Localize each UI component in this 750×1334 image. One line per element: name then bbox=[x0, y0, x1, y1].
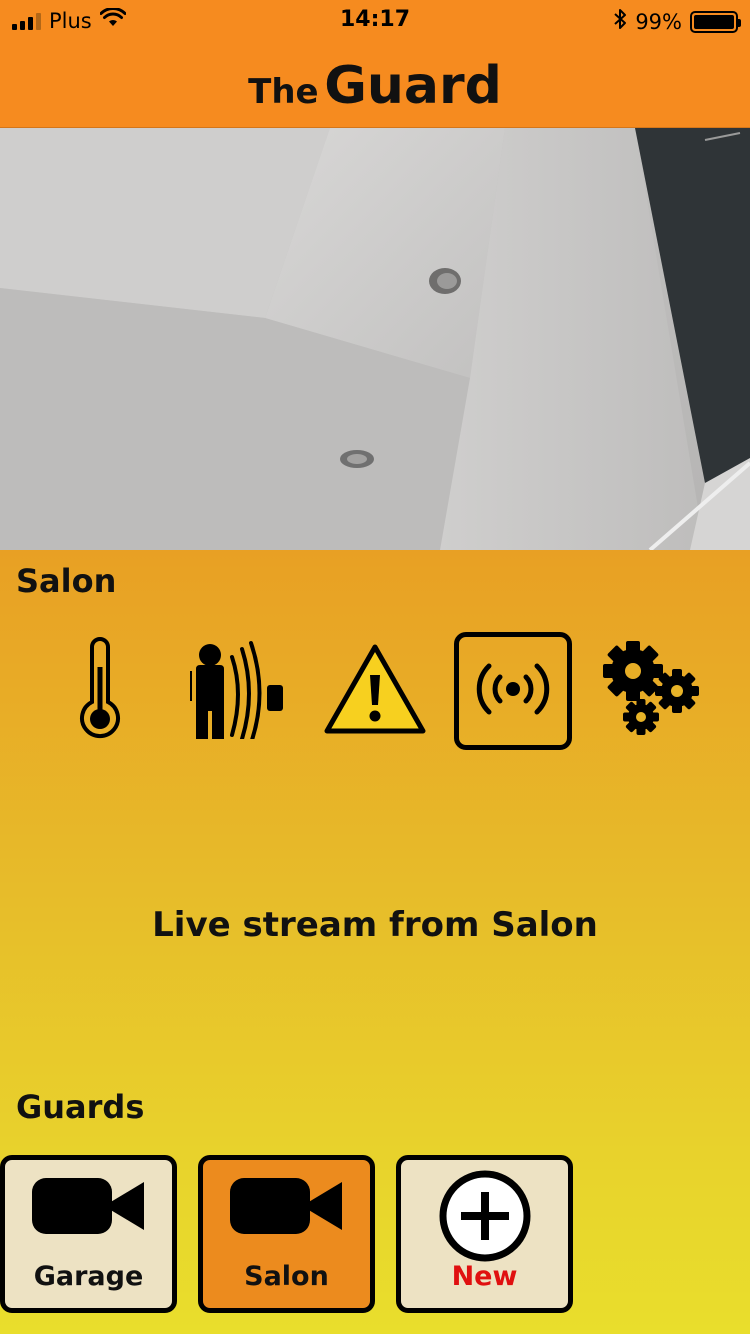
motion-sensor-button[interactable] bbox=[178, 632, 296, 750]
thermometer-icon bbox=[75, 637, 125, 745]
app-title-prefix: The bbox=[248, 72, 319, 112]
add-circle-icon bbox=[401, 1168, 568, 1264]
status-bar: Plus 14:17 99% bbox=[0, 0, 750, 40]
alarm-warning-button[interactable] bbox=[316, 632, 434, 750]
warning-icon bbox=[323, 641, 427, 741]
add-guard-label: New bbox=[451, 1261, 518, 1292]
video-camera-icon bbox=[203, 1178, 370, 1238]
temperature-button[interactable] bbox=[41, 632, 159, 750]
app-title-main: Guard bbox=[324, 56, 502, 116]
guard-card-salon[interactable]: Salon bbox=[198, 1155, 375, 1313]
camera-live-view[interactable] bbox=[0, 128, 750, 550]
battery-icon bbox=[690, 10, 741, 33]
main-content: Salon Live stream from Salon Guards Gara… bbox=[0, 550, 750, 1334]
guard-card-garage[interactable]: Garage bbox=[0, 1155, 177, 1313]
guard-card-label: Garage bbox=[33, 1261, 144, 1292]
video-camera-icon bbox=[5, 1178, 172, 1238]
control-icon-row bbox=[0, 632, 750, 752]
bluetooth-icon bbox=[613, 8, 627, 35]
settings-gears-icon bbox=[599, 639, 703, 743]
add-guard-card[interactable]: New bbox=[396, 1155, 573, 1313]
guards-section-title: Guards bbox=[16, 1088, 145, 1126]
nav-bar: The Guard bbox=[0, 40, 750, 128]
status-right: 99% bbox=[613, 8, 741, 35]
live-stream-icon bbox=[471, 654, 555, 728]
battery-percent: 99% bbox=[635, 9, 682, 34]
live-stream-caption: Live stream from Salon bbox=[152, 905, 598, 945]
live-stream-button[interactable] bbox=[454, 632, 572, 750]
guard-card-label: Salon bbox=[244, 1261, 329, 1292]
settings-button[interactable] bbox=[592, 632, 710, 750]
camera-name: Salon bbox=[16, 562, 117, 600]
app-title: The Guard bbox=[248, 56, 502, 116]
motion-sensor-icon bbox=[182, 639, 292, 745]
